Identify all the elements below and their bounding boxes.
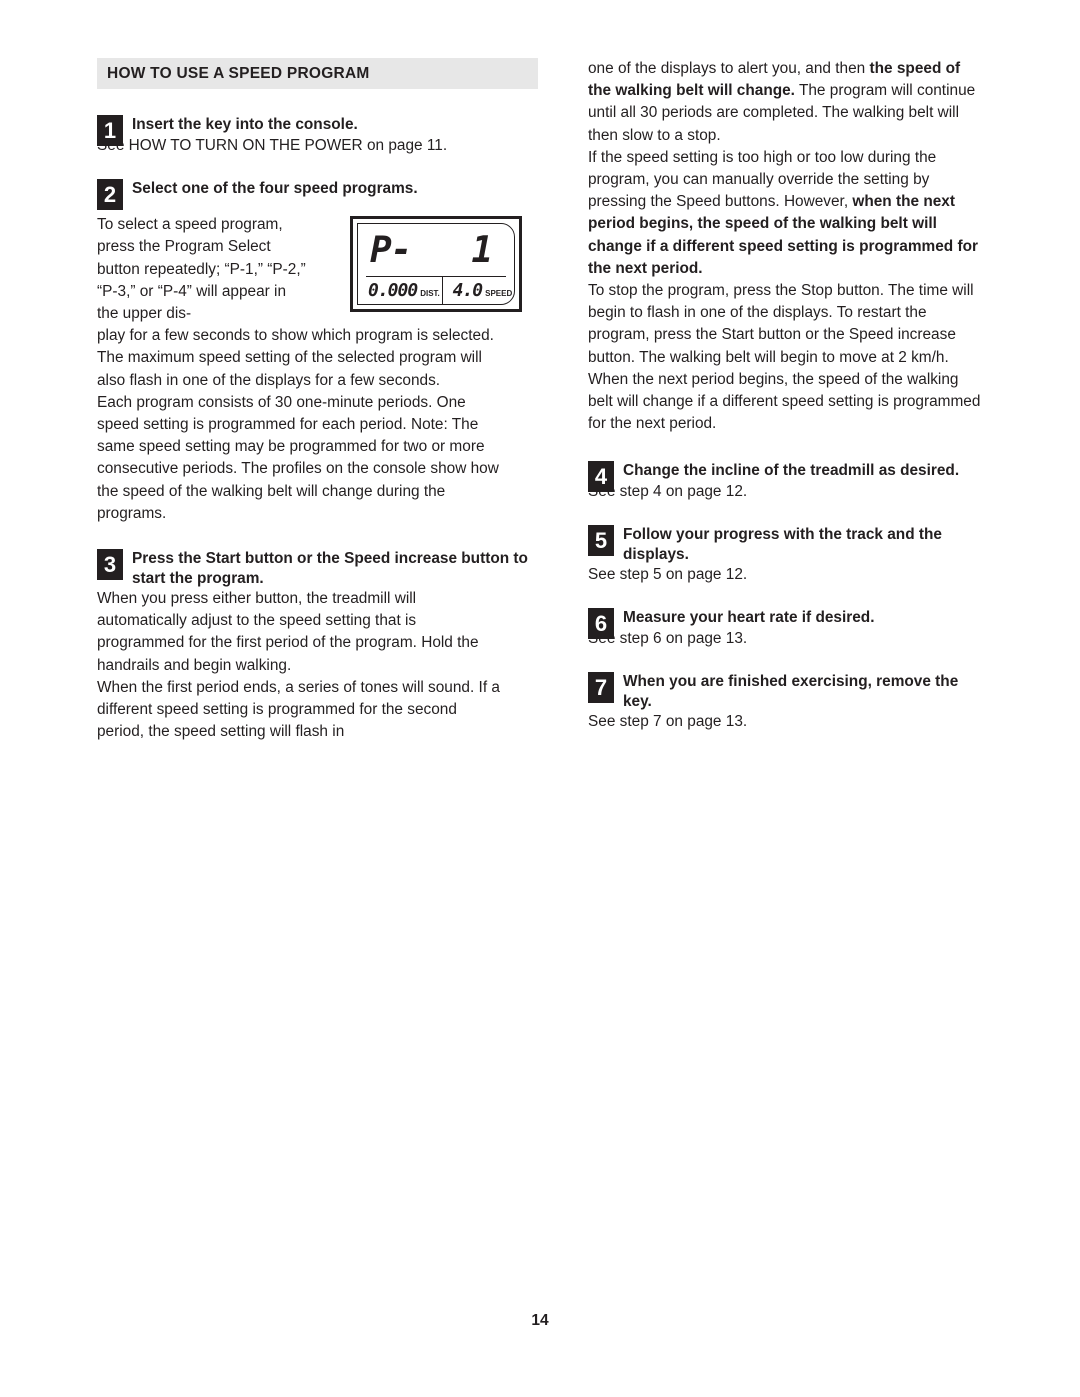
- step-number-badge-2: 2: [97, 178, 123, 210]
- left-column: HOW TO USE A SPEED PROGRAM 1 Insert the …: [97, 58, 540, 743]
- step-6-heading: Measure your heart rate if desired.: [623, 609, 875, 627]
- step-5-body: See step 5 on page 12.: [588, 566, 748, 584]
- lcd-upper-display: P- 1: [358, 226, 514, 276]
- step-5: 5 Follow your progress with the track an…: [588, 525, 991, 564]
- step-2-figure-row: P- 1 0.000 DIST. 4.0 SPEED To select a s…: [97, 214, 540, 392]
- step-7: 7 When you are finished exercising, remo…: [588, 672, 991, 711]
- step-5-heading: Follow your progress with the track and …: [623, 526, 942, 563]
- manual-page: HOW TO USE A SPEED PROGRAM 1 Insert the …: [0, 0, 1080, 1397]
- step-2-body-2: Each program consists of 30 one-minute p…: [97, 393, 499, 522]
- step-6-body: See step 6 on page 13.: [588, 629, 748, 647]
- step-4-heading: Change the incline of the treadmill as d…: [623, 462, 960, 480]
- step-6: 6 Measure your heart rate if desired.: [588, 608, 991, 640]
- section-heading-bar: HOW TO USE A SPEED PROGRAM: [97, 58, 538, 89]
- lcd-speed-field: 4.0 SPEED: [441, 277, 512, 305]
- lcd-distance-value: 0.000: [368, 280, 418, 302]
- step-4: 4 Change the incline of the treadmill as…: [588, 461, 991, 493]
- right-paragraph-1: one of the displays to alert you, and th…: [588, 58, 986, 147]
- step-4-body: See step 4 on page 12.: [588, 482, 748, 500]
- step-number-badge-6: 6: [588, 608, 614, 640]
- step-number-badge-3: 3: [97, 549, 123, 581]
- step-2-heading: Select one of the four speed programs.: [132, 179, 418, 197]
- step-1: 1 Insert the key into the console.: [97, 115, 540, 146]
- lcd-distance-unit: DIST.: [420, 289, 440, 299]
- step-number-badge-1: 1: [97, 115, 123, 146]
- step-7-heading: When you are finished exercising, remove…: [623, 673, 959, 710]
- lcd-speed-unit: SPEED: [485, 289, 513, 299]
- step-7-body: See step 7 on page 13.: [588, 713, 748, 731]
- step-2: 2 Select one of the four speed programs.: [97, 178, 540, 210]
- page-number: 14: [531, 1312, 549, 1329]
- page-title: HOW TO USE A SPEED PROGRAM: [107, 65, 370, 82]
- step-3: 3 Press the Start button or the Speed in…: [97, 549, 540, 588]
- right-p1-text-a: one of the displays to alert you, and th…: [588, 60, 870, 77]
- right-column: one of the displays to alert you, and th…: [588, 58, 991, 733]
- lcd-program-number: 1: [471, 230, 493, 272]
- lcd-program-label: P-: [370, 230, 412, 272]
- lcd-distance-field: 0.000 DIST.: [366, 277, 442, 304]
- step-3-body-1: When you press either button, the treadm…: [97, 590, 479, 674]
- console-display-figure: P- 1 0.000 DIST. 4.0 SPEED: [350, 216, 522, 313]
- lcd-lower-display: 0.000 DIST. 4.0 SPEED: [366, 276, 512, 305]
- right-paragraph-2: If the speed setting is too high or too …: [588, 147, 986, 280]
- step-number-badge-5: 5: [588, 525, 614, 557]
- step-number-badge-7: 7: [588, 672, 614, 704]
- console-lcd-screen: P- 1 0.000 DIST. 4.0 SPEED: [357, 223, 515, 306]
- step-number-badge-4: 4: [588, 461, 614, 493]
- step-3-heading: Press the Start button or the Speed incr…: [132, 550, 528, 587]
- step-1-heading: Insert the key into the console.: [132, 116, 358, 133]
- step-2-body-part1: To select a speed program, press the Pro…: [97, 216, 306, 323]
- step-3-body-2: When the first period ends, a series of …: [97, 678, 500, 741]
- lcd-speed-value: 4.0: [452, 280, 483, 302]
- step-2-body-part2: play for a few seconds to show which pro…: [97, 327, 494, 389]
- step-1-body: See HOW TO TURN ON THE POWER on page 11.: [97, 136, 448, 154]
- right-paragraph-3: To stop the program, press the Stop butt…: [588, 282, 981, 433]
